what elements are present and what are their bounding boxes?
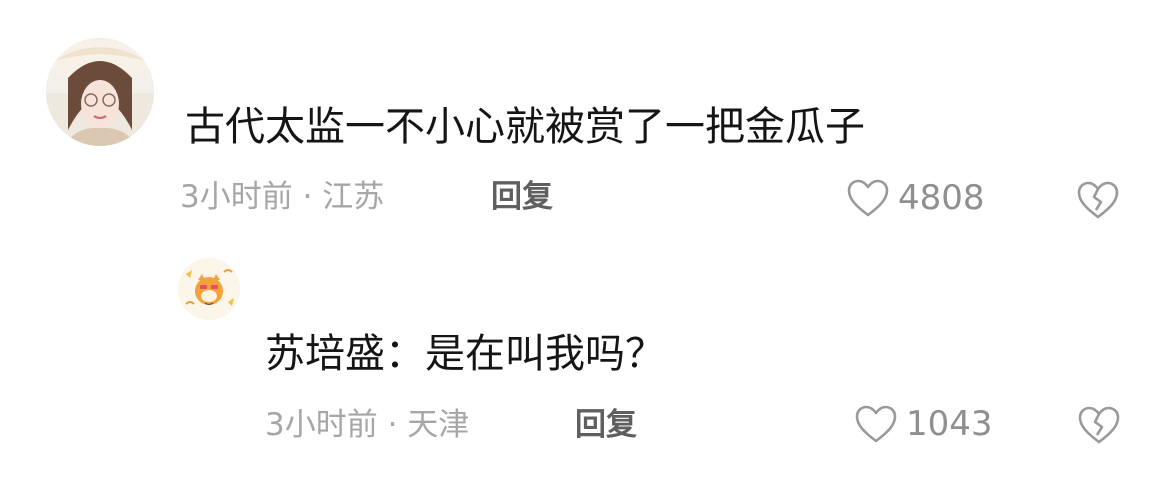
dislike-button[interactable] [1077, 405, 1121, 449]
broken-heart-icon [1078, 406, 1120, 444]
reply-button[interactable]: 回复 [491, 182, 553, 213]
avatar-photo [46, 38, 154, 146]
like-count: 1043 [906, 404, 993, 444]
broken-heart-icon [1077, 181, 1119, 219]
user-avatar[interactable] [46, 38, 154, 146]
reply-meta: 3小时前 · 天津 [265, 407, 470, 443]
heart-outline-icon [847, 179, 889, 217]
like-button[interactable]: 1043 [854, 404, 993, 444]
tiger-logo-avatar [178, 258, 240, 320]
like-button[interactable]: 4808 [846, 178, 985, 218]
dislike-button[interactable] [1076, 180, 1120, 224]
comment-meta: 3小时前 · 江苏 [180, 179, 385, 215]
heart-outline-icon [855, 405, 897, 443]
like-count: 4808 [898, 178, 985, 218]
comment-text: 古代太监一不小心就被赏了一把金瓜子 [185, 104, 865, 150]
reply-button[interactable]: 回复 [575, 410, 637, 441]
reply-text: 苏培盛：是在叫我吗？ [265, 331, 665, 377]
reply-user-avatar[interactable] [178, 258, 240, 320]
